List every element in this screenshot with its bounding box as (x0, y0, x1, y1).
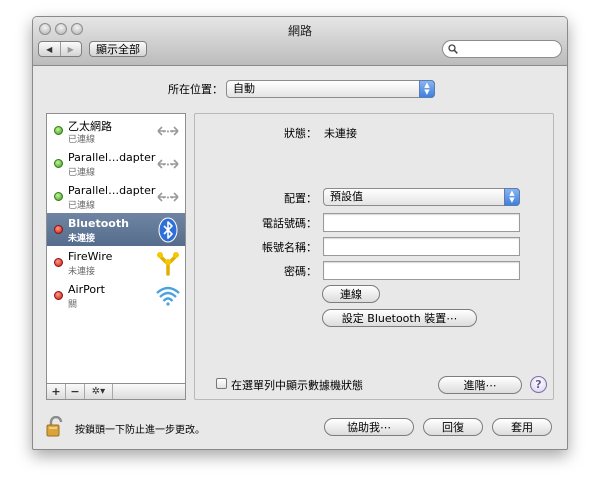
show-modem-status-checkbox[interactable] (216, 378, 227, 389)
show-all-button[interactable]: 顯示全部 (89, 41, 147, 57)
detail-pane: 狀態： 未連接 配置： 預設值 ▲ ▼ 電話號碼： 帳號名稱： 密碼： 連線 設定… (194, 113, 554, 400)
service-status: 已連線 (68, 168, 96, 178)
location-popup[interactable]: 自動 ▲ ▼ (226, 80, 435, 98)
bluetooth-icon (158, 217, 178, 243)
back-button[interactable]: ◀ (39, 42, 60, 56)
service-status: 未連接 (68, 267, 96, 277)
magnifier-icon (448, 44, 458, 54)
location-label: 所在位置： (168, 83, 223, 96)
assist-me-button[interactable]: 協助我⋯ (324, 418, 414, 436)
status-dot-green-icon (54, 192, 63, 201)
service-name: AirPort (68, 283, 105, 296)
account-name-label: 帳號名稱： (262, 241, 317, 254)
service-list: 乙太網路 已連線 ••• Parallel…dapter 已連線 ••• Par… (46, 113, 186, 384)
location-value: 自動 (233, 82, 255, 95)
configuration-popup[interactable]: 預設值 ▲ ▼ (323, 188, 520, 206)
connect-button[interactable]: 連線 (322, 285, 380, 303)
help-button[interactable]: ? (530, 376, 547, 393)
back-forward-control: ◀ ▶ (38, 41, 82, 57)
service-name: Parallel…dapter (68, 184, 156, 197)
password-field[interactable] (323, 261, 520, 280)
service-name: Parallel…dapter (68, 151, 156, 164)
search-input[interactable] (442, 40, 562, 58)
password-label: 密碼： (284, 265, 317, 278)
service-item-ethernet[interactable]: 乙太網路 已連線 ••• (47, 114, 185, 147)
forward-button[interactable]: ▶ (59, 42, 82, 56)
ethernet-arrows-icon: ••• (157, 159, 179, 169)
advanced-button[interactable]: 進階⋯ (438, 376, 522, 394)
service-item-parallels-2[interactable]: Parallel…dapter 已連線 ••• (47, 180, 185, 213)
status-dot-green-icon (54, 159, 63, 168)
service-item-firewire[interactable]: FireWire 未連接 (47, 246, 185, 279)
service-name: Bluetooth (68, 217, 129, 230)
svg-text:•••: ••• (162, 128, 174, 136)
configuration-value: 預設值 (330, 190, 363, 203)
remove-service-button[interactable]: − (66, 384, 85, 399)
service-status: 已連線 (68, 135, 96, 145)
popup-arrows-icon: ▲ ▼ (419, 80, 435, 98)
status-dot-red-icon (54, 291, 63, 300)
popup-arrows-icon: ▲ ▼ (504, 188, 520, 206)
revert-button[interactable]: 回復 (423, 418, 483, 436)
add-service-button[interactable]: + (47, 384, 66, 399)
phone-number-field[interactable] (323, 213, 520, 232)
network-preferences-window: 網路 ◀ ▶ 顯示全部 所在位置： 自動 ▲ ▼ 乙太網路 已連線 ••• Pa… (32, 16, 568, 450)
service-status: 已連線 (68, 201, 96, 211)
titlebar: 網路 ◀ ▶ 顯示全部 (33, 17, 567, 66)
service-item-bluetooth[interactable]: Bluetooth 未連接 (47, 213, 185, 246)
account-name-field[interactable] (323, 237, 520, 256)
lock-instruction-text: 按鎖頭一下防止進一步更改。 (75, 425, 205, 436)
ethernet-arrows-icon: ••• (157, 126, 179, 136)
svg-text:•••: ••• (162, 194, 174, 202)
ethernet-arrows-icon: ••• (157, 192, 179, 202)
lock-icon[interactable] (45, 416, 67, 438)
status-dot-red-icon (54, 225, 63, 234)
airport-wifi-icon (156, 286, 180, 306)
status-value: 未連接 (324, 127, 357, 140)
phone-number-label: 電話號碼： (262, 217, 317, 230)
configuration-label: 配置： (284, 192, 317, 205)
status-dot-green-icon (54, 126, 63, 135)
status-label: 狀態： (284, 127, 317, 140)
setup-bluetooth-device-button[interactable]: 設定 Bluetooth 裝置⋯ (322, 309, 477, 327)
svg-text:•••: ••• (162, 161, 174, 169)
service-item-parallels-1[interactable]: Parallel…dapter 已連線 ••• (47, 147, 185, 180)
action-gear-button[interactable]: ✲▾ (85, 384, 113, 399)
service-name: FireWire (68, 250, 113, 263)
sidebar-toolbar: + − ✲▾ (46, 384, 186, 400)
window-title: 網路 (287, 24, 312, 38)
status-dot-red-icon (54, 258, 63, 267)
show-modem-status-label: 在選單列中顯示數據機狀態 (231, 379, 363, 392)
service-status: 關 (68, 300, 78, 310)
apply-button[interactable]: 套用 (492, 418, 552, 436)
service-status: 未連接 (68, 234, 96, 244)
firewire-icon (157, 252, 179, 276)
service-item-airport[interactable]: AirPort 關 (47, 279, 185, 312)
